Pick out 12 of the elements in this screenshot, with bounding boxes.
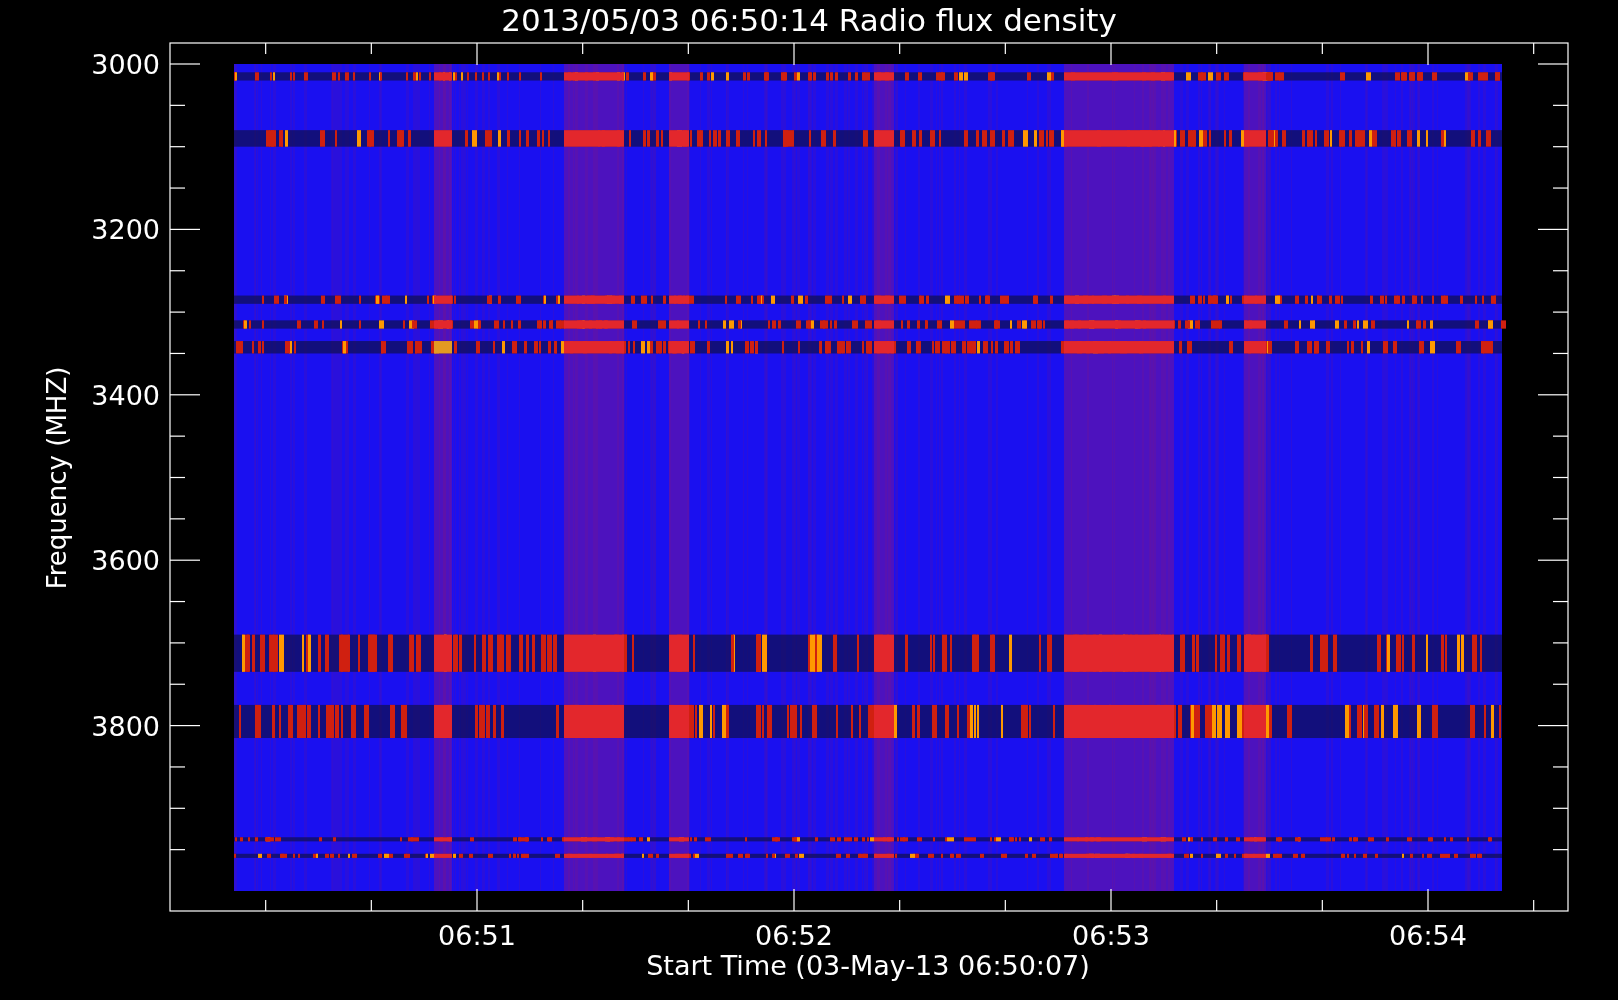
y-axis-label: Frequency (MHZ)	[42, 366, 72, 590]
y-tick-label: 3600	[91, 545, 160, 577]
y-tick-label: 3400	[91, 379, 160, 411]
x-tick-label: 06:51	[438, 920, 516, 951]
x-tick-label: 06:54	[1389, 920, 1467, 951]
y-tick-label: 3200	[91, 214, 160, 246]
x-tick-label: 06:52	[755, 920, 833, 951]
y-tick-label: 3800	[91, 710, 160, 742]
x-tick-label: 06:53	[1072, 920, 1150, 951]
y-tick-label: 3000	[91, 49, 160, 80]
plot-title: 2013/05/03 06:50:14 Radio flux density	[501, 2, 1117, 38]
x-axis-label: Start Time (03-May-13 06:50:07)	[646, 950, 1090, 981]
